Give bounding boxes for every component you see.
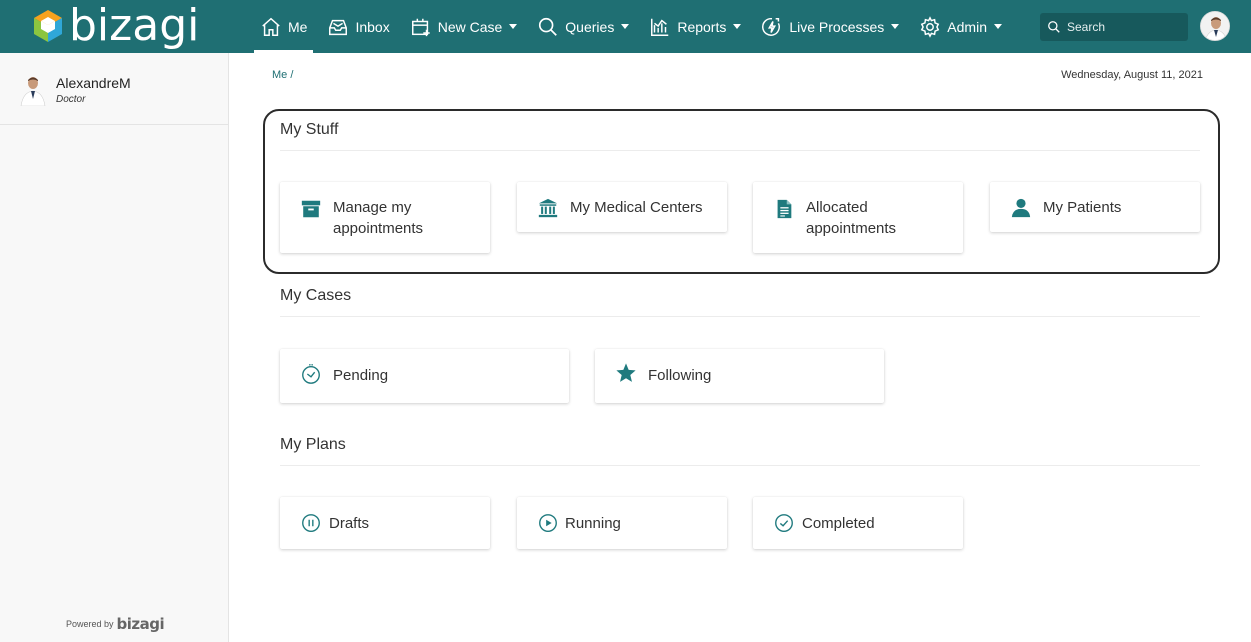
nav-item-new-case[interactable]: New Case — [400, 0, 528, 53]
card-following[interactable]: Following — [595, 349, 884, 403]
search-icon — [1048, 21, 1060, 33]
card-completed[interactable]: Completed — [753, 497, 963, 549]
powered-by: Powered by bizagi — [66, 615, 165, 633]
nav-label-me: Me — [288, 18, 308, 35]
card-label: Pending — [333, 367, 389, 384]
profile-role: Doctor — [56, 94, 86, 105]
powered-by-label: Powered by — [66, 619, 114, 629]
section-title-my-cases: My Cases — [280, 287, 352, 304]
nav-label-reports: Reports — [677, 18, 727, 35]
sidebar: AlexandreM Doctor Powered by bizagi — [0, 53, 229, 642]
gear-icon — [921, 15, 940, 38]
chevron-down-icon — [621, 24, 630, 29]
nav-label-inbox: Inbox — [355, 18, 390, 35]
section-divider — [280, 316, 1200, 317]
nav-item-live-processes[interactable]: Live Processes — [751, 0, 909, 53]
chart-icon — [651, 18, 669, 36]
current-date: Wednesday, August 11, 2021 — [1061, 69, 1203, 81]
timer-icon — [300, 363, 322, 385]
section-divider — [280, 465, 1200, 466]
section-title-my-plans: My Plans — [280, 436, 346, 453]
card-label-line-2: appointments — [806, 220, 897, 237]
card-label: My Medical Centers — [570, 199, 703, 216]
nav-item-inbox[interactable]: Inbox — [317, 0, 399, 53]
card-label-line-1: Allocated — [806, 199, 868, 216]
nav-item-queries[interactable]: Queries — [527, 0, 639, 53]
breadcrumb[interactable]: Me / — [272, 69, 293, 81]
top-navbar: bizagi Me Inbox New Case Queries Reports — [0, 0, 1251, 53]
inbox-icon — [329, 19, 348, 35]
star-icon — [615, 362, 637, 384]
card-label-line-2: appointments — [333, 220, 424, 237]
nav-label-queries: Queries — [565, 18, 615, 35]
chevron-down-icon — [993, 24, 1002, 29]
search-box[interactable] — [1040, 13, 1188, 41]
nav-label-admin: Admin — [947, 18, 987, 35]
home-icon — [262, 17, 280, 36]
card-manage-appointments[interactable]: Manage my appointments — [280, 182, 490, 253]
nav-label-live-processes: Live Processes — [789, 18, 885, 35]
card-label: Following — [648, 367, 712, 384]
card-label: My Patients — [1043, 199, 1122, 216]
archive-box-icon — [300, 198, 322, 220]
card-my-medical-centers[interactable]: My Medical Centers — [517, 182, 727, 232]
card-label-line-1: Manage my — [333, 199, 412, 216]
card-label: Completed — [802, 515, 875, 532]
new-case-icon — [411, 18, 430, 36]
chevron-down-icon — [733, 24, 742, 29]
nav-item-reports[interactable]: Reports — [639, 0, 751, 53]
user-icon — [1010, 197, 1032, 219]
play-circle-icon — [537, 512, 559, 534]
lightning-icon — [762, 17, 781, 36]
main-nav: Me Inbox New Case Queries Reports Live P… — [250, 0, 1012, 53]
profile-name: AlexandreM — [56, 75, 131, 91]
brand-name: bizagi — [69, 0, 200, 51]
chevron-down-icon — [891, 24, 900, 29]
bizagi-cube-icon — [34, 10, 62, 42]
institution-icon — [537, 197, 559, 219]
bizagi-logo[interactable]: bizagi — [33, 0, 200, 51]
search-icon — [539, 17, 558, 36]
user-avatar[interactable] — [1200, 11, 1230, 41]
search-input[interactable] — [1067, 20, 1177, 34]
card-label: Running — [565, 515, 621, 532]
section-title-my-stuff: My Stuff — [280, 121, 339, 138]
section-divider — [280, 150, 1200, 151]
nav-item-admin[interactable]: Admin — [909, 0, 1012, 53]
check-circle-icon — [773, 512, 795, 534]
nav-label-new-case: New Case — [437, 18, 503, 35]
chevron-down-icon — [509, 24, 518, 29]
card-allocated-appointments[interactable]: Allocated appointments — [753, 182, 963, 253]
user-photo-icon — [1201, 12, 1229, 40]
user-photo-icon — [18, 72, 48, 106]
user-profile[interactable]: AlexandreM Doctor — [0, 53, 228, 125]
card-my-patients[interactable]: My Patients — [990, 182, 1200, 232]
card-label: Drafts — [329, 515, 370, 532]
card-drafts[interactable]: Drafts — [280, 497, 490, 549]
profile-avatar — [18, 72, 48, 106]
powered-by-brand: bizagi — [116, 615, 165, 633]
nav-item-me[interactable]: Me — [250, 0, 317, 53]
card-pending[interactable]: Pending — [280, 349, 569, 403]
document-icon — [773, 198, 795, 220]
pause-circle-icon — [300, 512, 322, 534]
card-running[interactable]: Running — [517, 497, 727, 549]
